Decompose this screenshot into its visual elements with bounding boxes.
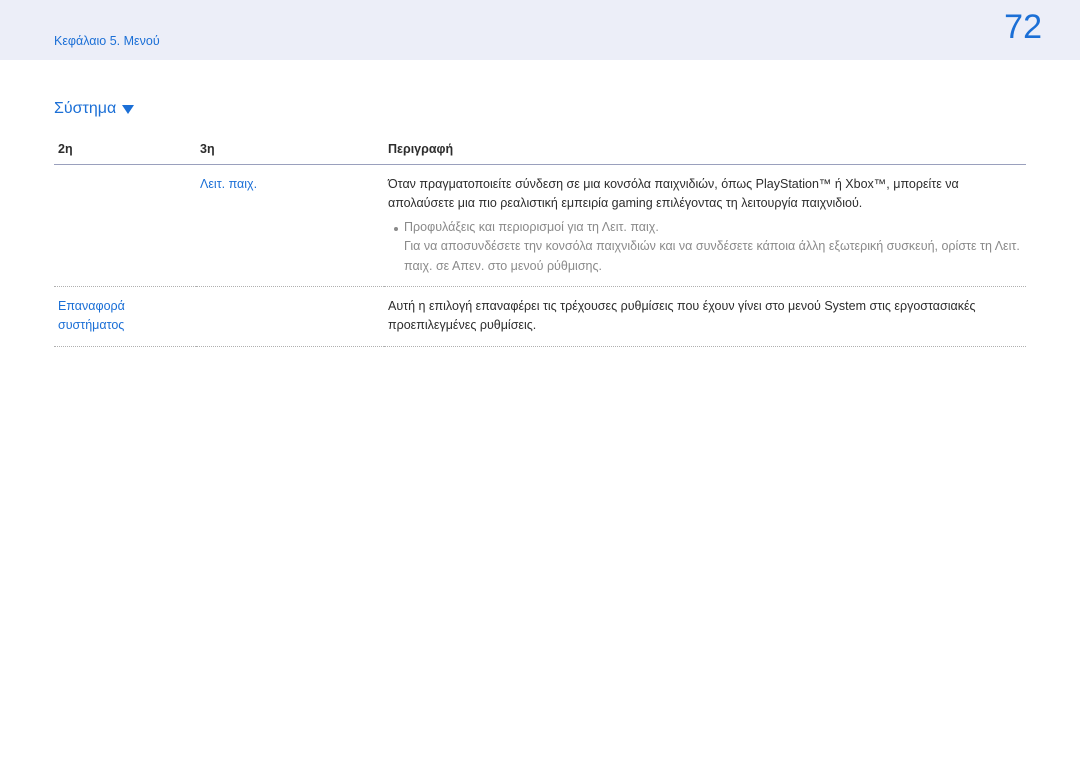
chapter-label: Κεφάλαιο 5. Μενού <box>54 34 160 48</box>
cell-desc: Όταν πραγματοποιείτε σύνδεση σε μια κονσ… <box>384 165 1026 287</box>
cell-col2 <box>54 165 196 287</box>
table-header-col3: 3η <box>196 136 384 165</box>
settings-table: 2η 3η Περιγραφή Λειτ. παιχ. Όταν πραγματ… <box>54 136 1026 347</box>
section-title: Σύστημα <box>54 100 1026 118</box>
cell-col3 <box>196 286 384 346</box>
table-header-desc: Περιγραφή <box>384 136 1026 165</box>
page-header: Κεφάλαιο 5. Μενού 72 <box>0 0 1080 60</box>
desc-main: Αυτή η επιλογή επαναφέρει τις τρέχουσες … <box>388 297 1022 336</box>
section-title-text: Σύστημα <box>54 100 116 118</box>
table-header-col2: 2η <box>54 136 196 165</box>
bullet-icon <box>394 227 398 231</box>
cell-desc: Αυτή η επιλογή επαναφέρει τις τρέχουσες … <box>384 286 1026 346</box>
table-row: Λειτ. παιχ. Όταν πραγματοποιείτε σύνδεση… <box>54 165 1026 287</box>
table-row: Επαναφορά συστήματος Αυτή η επιλογή επαν… <box>54 286 1026 346</box>
cell-col3: Λειτ. παιχ. <box>196 165 384 287</box>
desc-main: Όταν πραγματοποιείτε σύνδεση σε μια κονσ… <box>388 175 1022 214</box>
bullet-text: Προφυλάξεις και περιορισμοί για τη Λειτ.… <box>404 218 659 237</box>
sub-text: Για να αποσυνδέσετε την κονσόλα παιχνιδι… <box>388 237 1022 276</box>
page-content: Σύστημα 2η 3η Περιγραφή Λειτ. παιχ. Όταν… <box>0 60 1080 347</box>
chevron-down-icon <box>122 105 134 114</box>
cell-col2: Επαναφορά συστήματος <box>54 286 196 346</box>
page-number: 72 <box>1004 8 1042 47</box>
